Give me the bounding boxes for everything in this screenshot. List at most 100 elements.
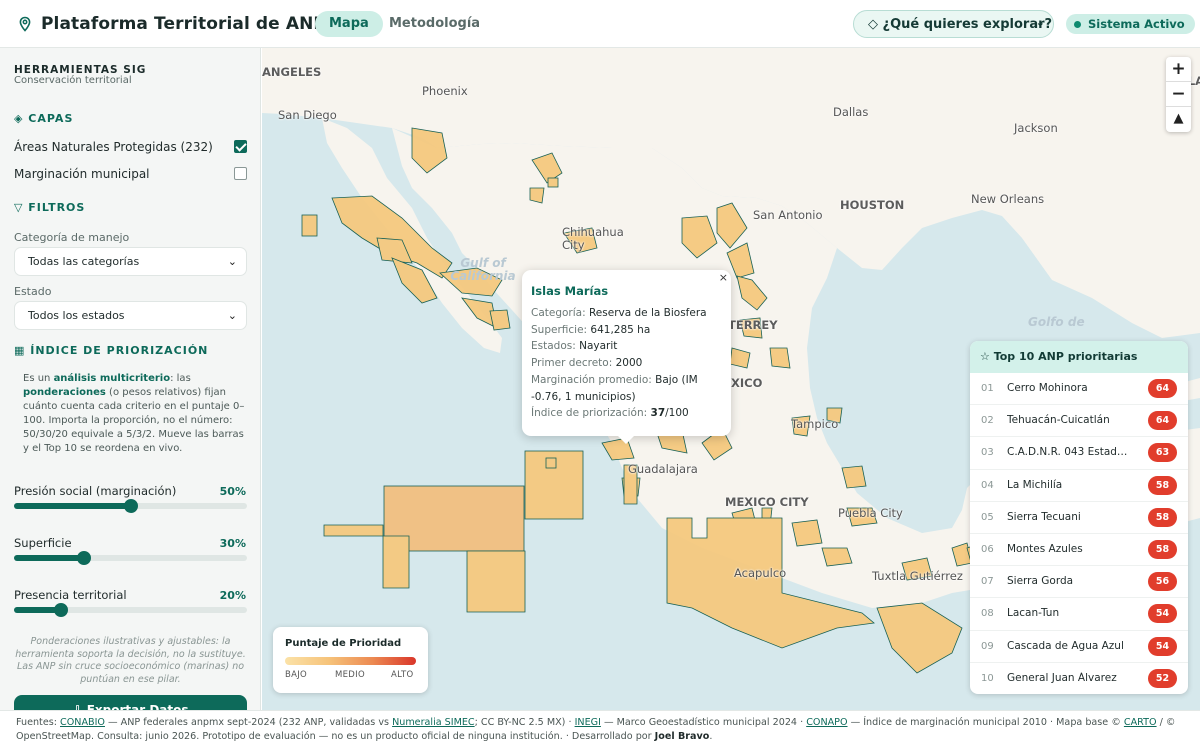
legend-low: BAJO <box>285 670 308 680</box>
layers-title: ◈ CAPAS <box>14 112 74 125</box>
rank-number: 10 <box>981 672 994 684</box>
score-badge: 63 <box>1148 443 1177 463</box>
app-title: Plataforma Territorial de ANP <box>41 13 326 34</box>
legend-high: ALTO <box>391 670 414 680</box>
rank-number: 09 <box>981 640 994 652</box>
slider-pct-social: 50% <box>219 485 246 498</box>
index-description: Es un análisis multicriterio: las ponder… <box>23 373 245 454</box>
anp-name: General Juan Álvarez <box>1007 671 1117 684</box>
popup-row: Superficie: 641,285 ha <box>531 323 651 336</box>
top10-panel: ☆ Top 10 ANP prioritarias 01 Cerro Mohino… <box>970 341 1188 694</box>
rank-number: 02 <box>981 415 994 427</box>
chevron-down-icon: ⌄ <box>227 309 237 322</box>
footer: Fuentes: CONABIO — ANP federales anpmx s… <box>0 710 1200 748</box>
top10-row[interactable]: 09 Cascada de Agua Azul 54 <box>970 631 1188 663</box>
link-inegi[interactable]: INEGI <box>575 717 601 728</box>
slider-social[interactable] <box>14 499 247 513</box>
top10-row[interactable]: 08 Lacan-Tun 54 <box>970 598 1188 631</box>
rank-number: 01 <box>981 383 994 394</box>
rank-number: 04 <box>981 479 994 491</box>
status-dot-icon <box>1074 20 1081 28</box>
tab-metodologia[interactable]: Metodología <box>375 11 494 37</box>
explore-label: ◇ ¿Qué quieres explorar? <box>868 16 1053 32</box>
close-icon[interactable]: × <box>719 271 728 284</box>
city-label: Chihuahua City <box>562 225 624 252</box>
slider-thumb[interactable] <box>123 499 138 513</box>
top10-row[interactable]: 03 C.A.D.N.R. 043 Estado de Nayarit 63 <box>970 437 1188 470</box>
anp-name: Cerro Mohinora <box>1007 382 1088 394</box>
top10-row[interactable]: 05 Sierra Tecuani 58 <box>970 502 1188 534</box>
tab-mapa[interactable]: Mapa <box>315 11 383 37</box>
reset-north-button[interactable]: ▲ <box>1166 107 1191 132</box>
category-label: Categoría de manejo <box>14 231 130 244</box>
slider-fill <box>14 503 131 509</box>
link-conapo[interactable]: CONAPO <box>806 717 847 728</box>
top10-row[interactable]: 04 La Michilía 58 <box>970 470 1188 502</box>
top10-row[interactable]: 06 Montes Azules 58 <box>970 534 1188 567</box>
popup-row: Índice de priorización: 37/100 <box>531 407 689 420</box>
status-badge: Sistema Activo <box>1066 14 1195 34</box>
score-badge: 54 <box>1148 604 1177 624</box>
zoom-in-button[interactable]: + <box>1166 57 1191 82</box>
rank-number: 07 <box>981 576 994 588</box>
water-label: Gulf of California <box>450 256 516 283</box>
top10-title: ☆ Top 10 ANP prioritarias <box>970 341 1188 373</box>
city-label: Tampico <box>791 417 839 431</box>
top10-row[interactable]: 07 Sierra Gorda 56 <box>970 566 1188 599</box>
city-label: XICO <box>731 376 763 390</box>
city-label: San Diego <box>278 108 337 122</box>
anp-name: La Michilía <box>1007 478 1063 491</box>
explore-dropdown[interactable]: ◇ ¿Qué quieres explorar? ⌄ <box>853 10 1054 38</box>
anp-name: Tehuacán-Cuicatlán <box>1007 414 1110 427</box>
slider-thumb[interactable] <box>53 603 68 617</box>
legend-mid: MEDIO <box>335 670 365 680</box>
city-label: Tuxtla Gutiérrez <box>872 569 963 583</box>
slider-presencia[interactable] <box>14 603 247 617</box>
rank-number: 03 <box>981 447 994 459</box>
layer-toggle-anp[interactable]: Áreas Naturales Protegidas (232) <box>14 140 247 155</box>
link-simec[interactable]: Numeralia SIMEC <box>392 717 475 728</box>
slider-fill <box>14 555 84 561</box>
sidebar: HERRAMIENTAS SIG Conservación territoria… <box>0 48 261 710</box>
city-label: MEXICO CITY <box>725 495 809 509</box>
popup-title: Islas Marías <box>531 284 609 298</box>
layer-checkbox-anp[interactable] <box>234 140 247 153</box>
score-badge: 64 <box>1148 379 1177 398</box>
city-label: TERREY <box>728 318 778 332</box>
category-select[interactable]: Todas las categorías ⌄ <box>14 247 247 276</box>
city-label: Phoenix <box>422 84 468 98</box>
slider-pct-presencia: 20% <box>219 589 246 602</box>
rank-number: 05 <box>981 511 994 523</box>
popup-row: Categoría: Reserva de la Biosfera <box>531 307 707 319</box>
layer-checkbox-marginacion[interactable] <box>234 167 247 180</box>
slider-thumb[interactable] <box>76 551 91 565</box>
layer-toggle-marginacion[interactable]: Marginación municipal <box>14 167 247 182</box>
rank-number: 06 <box>981 543 994 555</box>
link-carto[interactable]: CARTO <box>1124 717 1157 728</box>
anp-name: Sierra Gorda <box>1007 575 1074 588</box>
zoom-out-button[interactable]: − <box>1166 82 1191 107</box>
score-badge: 54 <box>1148 636 1177 656</box>
brand[interactable]: Plataforma Territorial de ANP <box>17 14 326 34</box>
score-badge: 64 <box>1148 411 1177 431</box>
popup-row: Marginación promedio: Bajo (IM -0.76, 1 … <box>531 373 698 403</box>
city-label: Acapulco <box>734 566 787 580</box>
top10-row[interactable]: 10 General Juan Álvarez 52 <box>970 663 1188 694</box>
link-conabio[interactable]: CONABIO <box>60 717 105 728</box>
top10-row[interactable]: 02 Tehuacán-Cuicatlán 64 <box>970 405 1188 438</box>
slider-pct-superficie: 30% <box>219 537 246 550</box>
map-pin-icon <box>19 16 31 32</box>
top10-row[interactable]: 01 Cerro Mohinora 64 <box>970 373 1188 406</box>
anp-name: Sierra Tecuani <box>1007 510 1081 523</box>
city-label: Jackson <box>1014 121 1058 135</box>
city-label: ANGELES <box>262 65 322 79</box>
anp-popup: × Islas Marías Categoría: Reserva de la … <box>522 270 731 444</box>
state-select[interactable]: Todos los estados ⌄ <box>14 301 247 330</box>
anp-name: Lacan-Tun <box>1007 607 1060 620</box>
author: Joel Bravo <box>654 731 710 742</box>
city-label: Puebla City <box>838 506 903 520</box>
slider-superficie[interactable] <box>14 551 247 565</box>
city-label: New Orleans <box>971 192 1045 206</box>
chevron-down-icon: ⌄ <box>227 255 237 268</box>
export-button[interactable]: ⇩ Exportar Datos <box>14 695 247 710</box>
